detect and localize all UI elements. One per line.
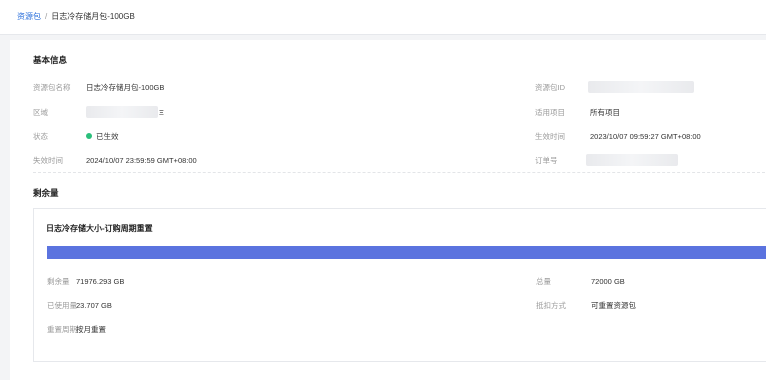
detail-card: 基本信息 资源包名称 日志冷存储月包-100GB 资源包ID 区域 Ξ 适用项目…: [10, 40, 766, 380]
breadcrumb-resource-packages-link[interactable]: 资源包: [17, 12, 41, 21]
basic-info-title: 基本信息: [33, 55, 68, 65]
name-value: 日志冷存储月包-100GB: [86, 83, 165, 92]
status-badge: 已生效: [86, 132, 119, 142]
breadcrumb-current: 日志冷存储月包-100GB: [51, 12, 135, 21]
used-amount-value: 23.707 GB: [76, 301, 112, 310]
reset-cycle-label: 重置周期: [47, 325, 77, 334]
deduct-method-label: 抵扣方式: [536, 301, 566, 310]
region-label: 区域: [33, 108, 48, 117]
remaining-progress-bar: [47, 246, 766, 259]
remaining-amount-label: 剩余量: [47, 277, 70, 286]
breadcrumb: 资源包 / 日志冷存储月包-100GB: [17, 11, 135, 23]
name-label: 资源包名称: [33, 83, 71, 92]
expire-time-label: 失效时间: [33, 156, 63, 165]
breadcrumb-separator: /: [45, 12, 48, 21]
id-value-masked: [588, 81, 694, 93]
total-amount-value: 72000 GB: [591, 277, 625, 286]
section-divider: [33, 172, 766, 173]
status-value: 已生效: [96, 132, 119, 141]
status-label: 状态: [33, 132, 48, 141]
project-label: 适用项目: [535, 108, 565, 117]
order-number-label: 订单号: [535, 156, 558, 165]
deduct-method-value: 可重置资源包: [591, 301, 636, 310]
quota-card-title: 日志冷存储大小-订购周期重置: [46, 224, 153, 233]
status-active-dot-icon: [86, 133, 92, 139]
quota-card: 日志冷存储大小-订购周期重置 剩余量 71976.293 GB 总量 72000…: [33, 208, 766, 362]
order-number-masked: [586, 154, 678, 166]
project-value: 所有项目: [590, 108, 620, 117]
region-value-masked: [86, 106, 158, 118]
expire-time-value: 2024/10/07 23:59:59 GMT+08:00: [86, 156, 197, 165]
region-value-suffix: Ξ: [159, 108, 164, 117]
remaining-title: 剩余量: [33, 188, 59, 198]
top-bar: 资源包 / 日志冷存储月包-100GB: [0, 0, 766, 35]
remaining-progress-fill: [47, 246, 766, 259]
total-amount-label: 总量: [536, 277, 551, 286]
effective-time-label: 生效时间: [535, 132, 565, 141]
id-label: 资源包ID: [535, 83, 565, 92]
reset-cycle-value: 按月重置: [76, 325, 106, 334]
effective-time-value: 2023/10/07 09:59:27 GMT+08:00: [590, 132, 701, 141]
remaining-amount-value: 71976.293 GB: [76, 277, 125, 286]
used-amount-label: 已使用量: [47, 301, 77, 310]
